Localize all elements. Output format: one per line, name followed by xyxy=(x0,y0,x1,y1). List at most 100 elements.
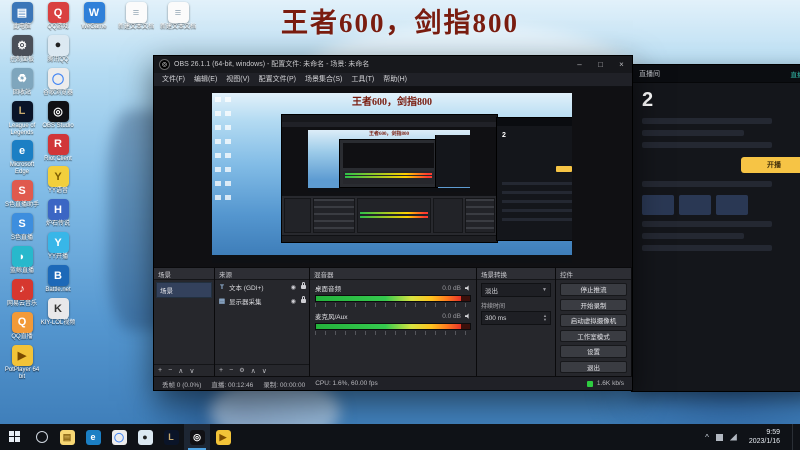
scenes-dock-title[interactable]: 场景 xyxy=(154,268,214,281)
desktop-icon[interactable]: Y YY开播 xyxy=(40,232,76,261)
maximize-button[interactable] xyxy=(592,57,609,71)
minimize-button[interactable] xyxy=(571,57,588,71)
menu-item[interactable]: 视图(V) xyxy=(226,74,249,84)
control-button[interactable]: 工作室模式 xyxy=(560,329,627,343)
desktop-icon[interactable]: ⚙ 控制面板 xyxy=(4,34,40,64)
scene-item[interactable]: 场景 xyxy=(156,282,212,299)
speaker-icon[interactable] xyxy=(465,285,469,291)
sources-dock-title[interactable]: 来源 xyxy=(215,268,309,281)
desktop-icon[interactable]: Y YY语音 xyxy=(40,166,76,195)
mixer-track-name: 麦克风/Aux xyxy=(315,314,348,322)
search-button[interactable] xyxy=(30,424,54,450)
network-icon[interactable] xyxy=(729,433,737,441)
placeholder-row xyxy=(642,233,744,239)
volume-icon[interactable] xyxy=(715,433,723,441)
menu-item[interactable]: 配置文件(P) xyxy=(259,74,296,84)
add-scene-button[interactable] xyxy=(158,367,162,374)
mixer-track-db: 0.0 dB xyxy=(442,284,461,292)
close-button[interactable] xyxy=(613,57,630,71)
menu-item[interactable]: 编辑(E) xyxy=(194,74,217,84)
thumbnail[interactable] xyxy=(716,195,748,215)
desktop-icon[interactable]: ≡ 新建文本文档 xyxy=(160,2,196,31)
menu-item[interactable]: 工具(T) xyxy=(351,74,374,84)
desktop-icon[interactable]: e Microsoft Edge xyxy=(4,140,40,176)
speaker-icon[interactable] xyxy=(465,313,469,319)
desktop-icon[interactable]: ♻ 回收站 xyxy=(4,67,40,97)
transition-dock-title[interactable]: 场景转换 xyxy=(477,268,555,281)
desktop-icon[interactable]: ◎ OBS Studio xyxy=(40,100,76,130)
desktop-icon[interactable]: H 炉石传说 xyxy=(40,199,76,228)
source-item[interactable]: ▤ 显示器采集 xyxy=(215,294,309,308)
taskbar-icon[interactable]: e xyxy=(80,424,106,450)
show-desktop-button[interactable] xyxy=(792,424,797,450)
control-button[interactable]: 停止推流 xyxy=(560,283,627,296)
remove-scene-button[interactable] xyxy=(168,367,172,374)
source-properties-button[interactable] xyxy=(239,367,244,374)
taskbar-icon[interactable]: ● xyxy=(132,424,158,450)
taskbar-icon[interactable]: L xyxy=(158,424,184,450)
desktop-icon-image: ◎ xyxy=(47,100,69,122)
desktop-icon[interactable]: B Battle.net xyxy=(40,265,76,294)
move-scene-down-button[interactable] xyxy=(189,367,194,375)
taskbar-icon[interactable]: ▶ xyxy=(210,424,236,450)
taskbar-icon[interactable]: ◎ xyxy=(184,424,210,450)
menu-item[interactable]: 帮助(H) xyxy=(383,74,407,84)
bitrate-status: 1.6K kb/s xyxy=(596,380,624,388)
taskbar-icon[interactable]: ◯ xyxy=(106,424,132,450)
obs-titlebar[interactable]: OBS 26.1.1 (64-bit, windows) - 配置文件: 未命名… xyxy=(154,56,632,73)
audio-level-meter xyxy=(315,323,471,331)
desktop-icon[interactable]: ▶ PotPlayer 64 bit xyxy=(4,344,40,381)
visibility-eye-icon[interactable] xyxy=(291,284,296,291)
desktop-icon[interactable]: Q QQ直播 xyxy=(4,311,40,341)
desktop-icon[interactable]: Q QQ游戏 xyxy=(40,2,76,31)
desktop-icon[interactable]: ◗ 蓝鲸直播 xyxy=(4,246,40,275)
start-button[interactable] xyxy=(0,424,30,450)
desktop-icon[interactable]: L League of Legends xyxy=(4,100,40,137)
lock-icon[interactable] xyxy=(301,296,306,304)
transition-select[interactable]: 淡出 xyxy=(481,283,551,298)
taskbar-icon[interactable]: ▤ xyxy=(54,424,80,450)
menu-item[interactable]: 文件(F) xyxy=(162,74,185,84)
desktop-icon[interactable]: R Riot Client xyxy=(40,133,76,163)
go-live-button[interactable]: 开播 xyxy=(741,157,800,173)
move-source-up-button[interactable] xyxy=(251,367,256,375)
desktop-icon[interactable]: ≡ 新建文本文档 xyxy=(118,2,154,31)
desktop-icon[interactable]: K KIY-LOL视频 xyxy=(40,298,76,327)
remove-source-button[interactable] xyxy=(229,367,233,374)
mixer-dock-title[interactable]: 混音器 xyxy=(310,268,476,281)
desktop-icon[interactable]: S S色直播 xyxy=(4,213,40,242)
stream-dashboard-header[interactable]: 直播间 直播中 xyxy=(632,65,800,83)
desktop-icon[interactable]: W WeGame xyxy=(76,2,112,31)
lock-icon[interactable] xyxy=(301,282,306,290)
move-source-down-button[interactable] xyxy=(262,367,267,375)
transition-duration-input[interactable]: 300 ms xyxy=(481,311,551,326)
add-source-button[interactable] xyxy=(219,367,223,374)
control-button[interactable]: 开始录制 xyxy=(560,298,627,312)
thumbnail[interactable] xyxy=(642,195,674,215)
desktop-icon-label: WeGame xyxy=(81,24,107,30)
desktop-icon-image: Y xyxy=(47,232,69,254)
move-scene-up-button[interactable] xyxy=(178,367,183,375)
obs-preview-canvas[interactable]: 王者600，剑指800 王者600，剑指800 2 xyxy=(154,86,632,268)
taskbar-clock[interactable]: 9:59 2023/1/16 xyxy=(744,428,785,446)
desktop-icon-top-row: W WeGame ≡ 新建文本文档 ≡ 新建文本文档 xyxy=(76,2,196,31)
thumbnail[interactable] xyxy=(679,195,711,215)
desktop-icon-image: ● xyxy=(47,34,69,56)
desktop-icon[interactable]: ● 腾讯QQ xyxy=(40,34,76,64)
source-item[interactable]: T 文本 (GDI+) xyxy=(215,280,309,294)
control-button[interactable]: 退出 xyxy=(560,360,627,374)
desktop-icon[interactable]: ◯ 谷歌浏览器 xyxy=(40,67,76,97)
menu-item[interactable]: 场景集合(S) xyxy=(305,74,342,84)
tray-expand-icon[interactable]: ^ xyxy=(705,433,709,442)
visibility-eye-icon[interactable] xyxy=(291,298,296,305)
desktop-icon[interactable]: S S色直播助手 xyxy=(4,180,40,209)
desktop-icon-column-1: ▤ 此电脑 ⚙ 控制面板 ♻ 回收站 L League of Legends e… xyxy=(4,2,40,380)
control-button[interactable]: 启动虚拟摄像机 xyxy=(560,314,627,327)
obs-app-icon xyxy=(159,58,170,70)
desktop-icon[interactable]: ♪ 网易云音乐 xyxy=(4,278,40,308)
desktop-icon[interactable]: ▤ 此电脑 xyxy=(4,2,40,31)
nested-banner-text: 王者600，剑指800 xyxy=(352,96,432,108)
controls-dock-title[interactable]: 控件 xyxy=(556,268,631,281)
control-button[interactable]: 设置 xyxy=(560,345,627,358)
duration-spinner[interactable] xyxy=(543,314,547,322)
